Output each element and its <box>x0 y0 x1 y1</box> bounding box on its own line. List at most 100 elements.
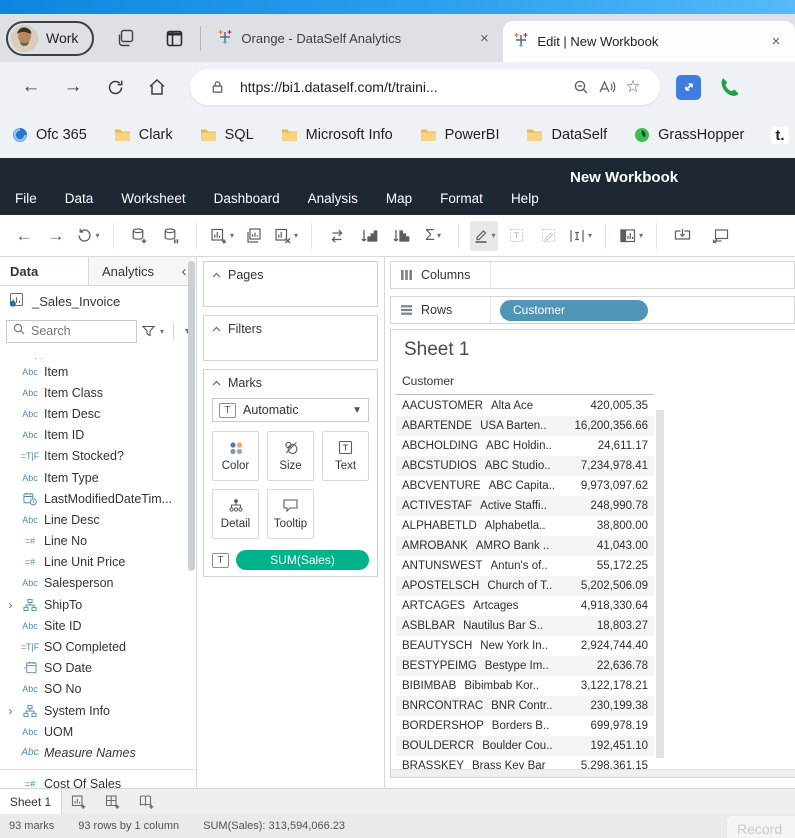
table-row[interactable]: BIBIMBABBibimbab Kor..3,122,178.21 <box>396 676 654 696</box>
field-measure-names[interactable]: AbcMeasure Names <box>0 742 196 763</box>
field-line-unit-price[interactable]: =#Line Unit Price <box>0 552 196 573</box>
table-row[interactable]: ABCSTUDIOSABC Studio..7,234,978.41 <box>396 456 654 476</box>
bookmark-grasshopper[interactable]: GrassHopper <box>634 127 744 143</box>
sort-ascending-icon[interactable] <box>355 221 383 251</box>
table-row[interactable]: BOULDERCRBoulder Cou..192,451.10 <box>396 736 654 756</box>
field-item-id[interactable]: AbcItem ID <box>0 425 196 446</box>
table-column-header[interactable]: Customer <box>402 374 454 388</box>
field-uom[interactable]: AbcUOM <box>0 721 196 742</box>
extension-icon[interactable] <box>676 75 701 100</box>
bookmark-ofc-365[interactable]: Ofc 365 <box>12 127 87 143</box>
search-input-box[interactable] <box>6 320 137 343</box>
new-worksheet-tab-icon[interactable] <box>62 789 96 814</box>
text-button[interactable]: Text <box>322 431 369 481</box>
workspaces-icon[interactable] <box>106 21 146 55</box>
field-item-class[interactable]: AbcItem Class <box>0 382 196 403</box>
sheet-tab-active[interactable]: Sheet 1 <box>0 789 62 814</box>
phone-icon[interactable] <box>719 76 745 98</box>
table-row[interactable]: BESTYPEIMGBestype Im..22,636.78 <box>396 656 654 676</box>
table-row[interactable]: ACTIVESTAFActive Staffi..248,990.78 <box>396 496 654 516</box>
download-icon[interactable] <box>668 221 696 251</box>
data-source-item[interactable]: _Sales_Invoice <box>0 286 196 316</box>
new-worksheet-icon[interactable]: ▾ <box>208 221 236 251</box>
browser-tab-orange[interactable]: Orange - DataSelf Analytics × <box>207 21 503 55</box>
bookmark-powerbi[interactable]: PowerBI <box>420 127 500 143</box>
undo-icon[interactable]: ← <box>10 221 38 251</box>
totals-icon[interactable]: Σ▾ <box>419 221 447 251</box>
size-button[interactable]: Size <box>267 431 314 481</box>
bookmark-dataself[interactable]: DataSelf <box>526 127 607 143</box>
table-row[interactable]: ABARTENDEUSA Barten..16,200,356.66 <box>396 416 654 436</box>
filters-card[interactable]: Filters <box>203 315 378 361</box>
field-so-completed[interactable]: =T|FSO Completed <box>0 636 196 657</box>
redo-icon[interactable]: → <box>42 221 70 251</box>
new-story-tab-icon[interactable] <box>130 789 164 814</box>
columns-shelf[interactable]: Columns <box>390 261 795 289</box>
view-horizontal-scrollbar[interactable] <box>391 769 795 777</box>
back-icon[interactable]: ← <box>10 69 52 105</box>
field-shipto[interactable]: ›ShipTo <box>0 594 196 615</box>
menu-map[interactable]: Map <box>386 191 412 206</box>
tab-analytics[interactable]: Analytics <box>88 257 172 285</box>
browser-profile-button[interactable]: Work <box>6 21 94 56</box>
clear-sheet-icon[interactable]: ▾ <box>272 221 300 251</box>
field-item[interactable]: AbcItem <box>0 361 196 382</box>
menu-dashboard[interactable]: Dashboard <box>214 191 280 206</box>
menu-format[interactable]: Format <box>440 191 483 206</box>
field-line-desc[interactable]: AbcLine Desc <box>0 509 196 530</box>
table-row[interactable]: ALPHABETLDAlphabetla..38,800.00 <box>396 516 654 536</box>
field-salesperson[interactable]: AbcSalesperson <box>0 573 196 594</box>
sort-descending-icon[interactable] <box>387 221 415 251</box>
refresh-icon[interactable] <box>94 69 136 105</box>
field-item-stocked[interactable]: =T|FItem Stocked? <box>0 446 196 467</box>
fix-axes-icon[interactable] <box>534 221 562 251</box>
menu-file[interactable]: File <box>15 191 37 206</box>
menu-analysis[interactable]: Analysis <box>308 191 358 206</box>
address-bar[interactable]: https://bi1.dataself.com/t/traini... ☆ <box>190 69 660 105</box>
field-system-info[interactable]: ›System Info <box>0 700 196 721</box>
field-line-no[interactable]: =#Line No <box>0 531 196 552</box>
table-row[interactable]: ABCVENTUREABC Capita..9,973,097.62 <box>396 476 654 496</box>
tab-data[interactable]: Data <box>0 257 88 285</box>
menu-help[interactable]: Help <box>511 191 539 206</box>
field-lastmodifieddatetim[interactable]: LastModifiedDateTim... <box>0 488 196 509</box>
vertical-tabs-icon[interactable] <box>154 21 194 55</box>
customer-pill[interactable]: Customer <box>500 300 648 321</box>
forward-icon[interactable]: → <box>52 69 94 105</box>
show-mark-labels-icon[interactable] <box>502 221 530 251</box>
duplicate-sheet-icon[interactable] <box>240 221 268 251</box>
new-dashboard-tab-icon[interactable] <box>96 789 130 814</box>
data-pane-scrollbar[interactable] <box>188 261 195 571</box>
bookmark-clark[interactable]: Clark <box>114 127 173 143</box>
presentation-mode-icon[interactable] <box>706 221 734 251</box>
browser-tab-edit-workbook[interactable]: Edit | New Workbook × <box>503 21 795 62</box>
table-vertical-scrollbar[interactable] <box>656 410 664 758</box>
field-cost-of-sales[interactable]: =#Cost Of Sales <box>0 774 196 788</box>
menu-data[interactable]: Data <box>65 191 94 206</box>
replay-icon[interactable]: ▾ <box>74 221 102 251</box>
table-row[interactable]: ARTCAGESArtcages4,918,330.64 <box>396 596 654 616</box>
table-row[interactable]: BNRCONTRACBNR Contr..230,199.38 <box>396 696 654 716</box>
field-item-desc[interactable]: AbcItem Desc <box>0 403 196 424</box>
color-button[interactable]: Color <box>212 431 259 481</box>
table-row[interactable]: BEAUTYSCHNew York In..2,924,744.40 <box>396 636 654 656</box>
read-aloud-icon[interactable] <box>594 79 620 95</box>
search-input[interactable] <box>31 324 111 338</box>
rows-shelf[interactable]: Rows Customer <box>390 296 795 324</box>
pages-card[interactable]: Pages <box>203 261 378 307</box>
pause-auto-updates-icon[interactable] <box>157 221 185 251</box>
cell-size-icon[interactable]: ▾ <box>566 221 594 251</box>
mark-type-dropdown[interactable]: T Automatic ▼ <box>212 398 369 422</box>
table-row[interactable]: ASBLBARNautilus Bar S..18,803.27 <box>396 616 654 636</box>
sum-sales-pill[interactable]: SUM(Sales) <box>236 550 369 570</box>
new-data-source-icon[interactable] <box>125 221 153 251</box>
field-item-type[interactable]: AbcItem Type <box>0 467 196 488</box>
field-filter-icon[interactable]: ▾ <box>142 325 164 337</box>
home-icon[interactable] <box>136 69 178 105</box>
table-row[interactable]: AACUSTOMERAlta Ace420,005.35 <box>396 396 654 416</box>
bookmark-t[interactable]: t. <box>771 127 788 144</box>
favorites-star-icon[interactable]: ☆ <box>620 77 646 97</box>
field-so-date[interactable]: SO Date <box>0 658 196 679</box>
show-hide-cards-icon[interactable]: ▾ <box>617 221 645 251</box>
table-row[interactable]: APOSTELSCHChurch of T..5,202,506.09 <box>396 576 654 596</box>
